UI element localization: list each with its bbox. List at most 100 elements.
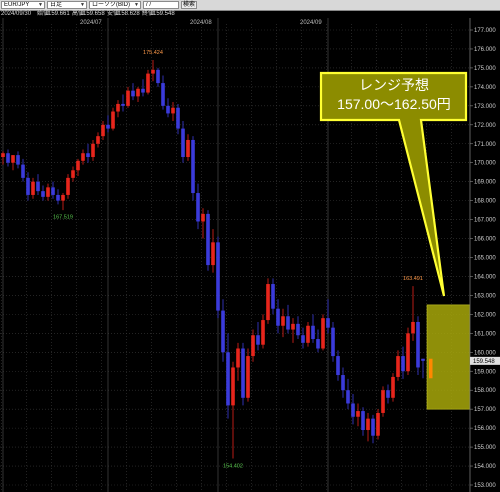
date-input[interactable]: / /: [143, 1, 179, 9]
candle-body: [416, 321, 420, 368]
candle-body: [266, 284, 270, 321]
candle-body: [21, 164, 25, 178]
candle-body: [101, 124, 105, 137]
y-tick-label: 167.000: [474, 218, 496, 224]
y-tick-label: 162.000: [474, 312, 496, 318]
candle-body: [226, 352, 230, 406]
symbol-select[interactable]: EUR/JPY ▼: [1, 1, 45, 9]
candle-body: [181, 128, 185, 158]
high-price-label: 175.424: [143, 50, 163, 56]
date-input-value: / /: [146, 2, 152, 8]
low-price-label: 167.519: [53, 215, 73, 221]
candle-body: [76, 160, 80, 171]
high-price-label: 163.491: [403, 276, 423, 282]
candle-body: [71, 170, 75, 178]
candle-body: [11, 155, 15, 163]
y-tick-label: 175.000: [474, 66, 496, 72]
candle-body: [166, 105, 170, 114]
y-tick-label: 155.000: [474, 445, 496, 451]
ohlc-date: 2024/09/30: [1, 11, 32, 17]
candle-body: [51, 187, 55, 195]
y-tick-label: 165.000: [474, 256, 496, 262]
candle-body: [161, 83, 165, 106]
candle-body: [406, 333, 410, 372]
low-value: 158.628: [118, 11, 140, 17]
chart-style-select-value: ローソク(BID): [92, 2, 130, 8]
candle-body: [126, 90, 130, 106]
price-chart[interactable]: 2024/062024/072024/082024/09 175.424167.…: [0, 0, 500, 492]
callout-range: 157.00～162.50円: [337, 96, 451, 112]
current-candle-marker: [429, 358, 433, 379]
candle-body: [296, 323, 300, 336]
candle-body: [81, 153, 85, 161]
high-value: 159.658: [83, 11, 105, 17]
candle-body: [356, 411, 360, 417]
candle-body: [236, 348, 240, 368]
search-button[interactable]: 検索: [181, 1, 197, 9]
candle-body: [46, 187, 50, 197]
candle-body: [291, 323, 295, 330]
y-axis: 177.000 176.000 175.000 174.000 173.000 172.0…: [469, 18, 500, 492]
timeframe-select[interactable]: 日足 ▼: [47, 1, 87, 9]
candle-body: [276, 308, 280, 326]
range-forecast-box: [426, 304, 471, 410]
candle-body: [326, 318, 330, 328]
candle-body: [336, 356, 340, 376]
candle-body: [366, 418, 370, 431]
candle-body: [156, 69, 160, 84]
candle-body: [331, 327, 335, 357]
candle-body: [6, 153, 10, 163]
candle-body: [106, 124, 110, 129]
candle-body: [376, 412, 380, 436]
range-forecast-layer: [426, 304, 471, 410]
y-tick-label: 176.000: [474, 47, 496, 53]
y-tick-label: 177.000: [474, 28, 496, 34]
candle-body: [61, 194, 65, 201]
candle-body: [121, 103, 125, 106]
candle-body: [286, 316, 290, 330]
y-tick-label: 172.000: [474, 123, 496, 129]
candle-body: [36, 181, 40, 192]
candle-body: [116, 103, 120, 112]
candle-body: [96, 136, 100, 144]
chart-style-select[interactable]: ローソク(BID) ▼: [89, 1, 141, 9]
symbol-select-value: EUR/JPY: [4, 2, 30, 8]
y-tick-label: 168.000: [474, 199, 496, 205]
candle-body: [351, 403, 355, 417]
candle-body: [176, 107, 180, 129]
candle-body: [191, 139, 195, 194]
candle-body: [1, 153, 5, 158]
y-tick-label: 159.000: [474, 369, 496, 375]
chevron-down-icon: ▼: [134, 2, 139, 8]
candle-body: [251, 335, 255, 357]
y-tick-label: 156.000: [474, 426, 496, 432]
candle-body: [306, 325, 310, 343]
y-tick-label: 174.000: [474, 85, 496, 91]
candle-body: [256, 335, 260, 345]
candle-body: [206, 213, 210, 266]
candle-body: [341, 375, 345, 391]
chevron-down-icon: ▼: [38, 2, 43, 8]
candle-body: [221, 310, 225, 353]
candle-body: [16, 155, 20, 165]
timeframe-select-value: 日足: [50, 2, 63, 8]
y-tick-label: 160.000: [474, 350, 496, 356]
y-tick-label: 154.000: [474, 464, 496, 470]
candle-body: [136, 88, 140, 97]
candle-body: [91, 143, 95, 158]
candle-body: [401, 356, 405, 372]
close-value: 159.548: [153, 11, 175, 17]
y-tick-label: 170.000: [474, 161, 496, 167]
candle-body: [346, 390, 350, 404]
y-tick-label: 158.000: [474, 388, 496, 394]
y-tick-label: 171.000: [474, 142, 496, 148]
ohlc-info-bar: 2024/09/30 始値 159.661 高値 159.658 安値 158.…: [0, 10, 500, 18]
candle-body: [246, 356, 250, 398]
candle-body: [311, 325, 315, 340]
y-tick-label: 169.000: [474, 180, 496, 186]
candle-body: [211, 242, 215, 266]
open-value: 159.661: [48, 11, 70, 17]
candle-body: [241, 348, 245, 398]
current-price-label: 159.548: [473, 359, 495, 365]
candle-body: [66, 177, 70, 195]
